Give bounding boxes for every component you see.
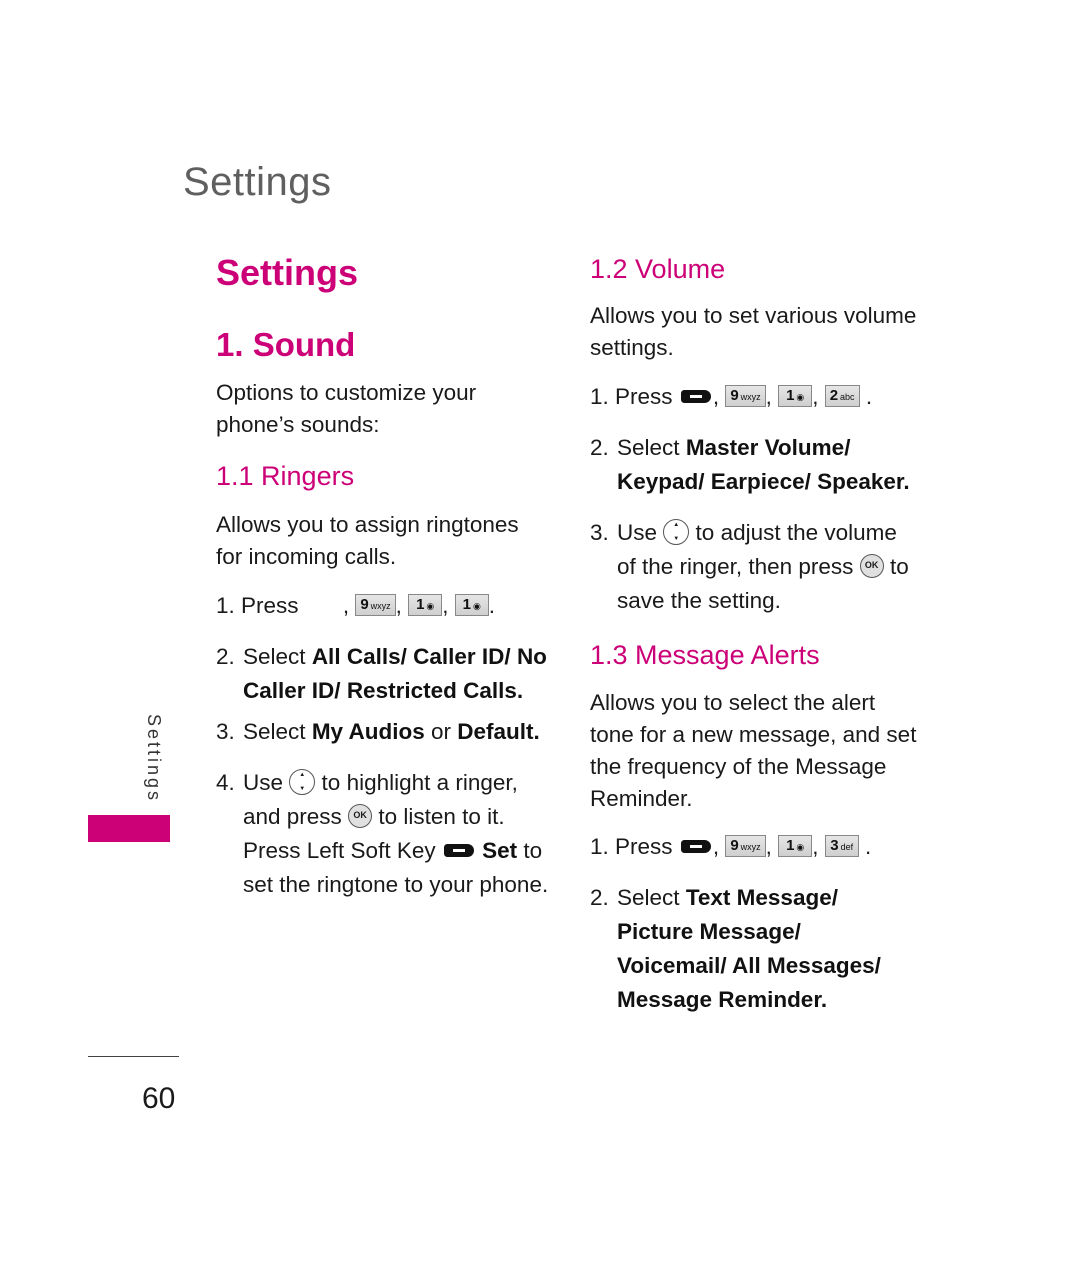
- step-text: Select: [617, 885, 680, 910]
- step-number: 1.: [590, 834, 609, 859]
- key-1-voicemail-icon: 1 ◉: [454, 594, 489, 617]
- step-text: of the ringer, then press: [617, 554, 854, 579]
- message-alerts-desc-line: Allows you to select the alert: [590, 690, 876, 715]
- option-restricted-calls: Restricted Calls.: [346, 678, 524, 703]
- option-caller-id: Caller ID/: [413, 644, 511, 669]
- ringers-step-1: 1. Press , 9 wxyz, 1 ◉, 1 ◉.: [216, 593, 495, 618]
- ringers-desc-line: Allows you to assign ringtones: [216, 512, 519, 537]
- ringers-desc-line: for incoming calls.: [216, 544, 397, 569]
- ringers-step-4: 4. Use to highlight a ringer, and press …: [216, 766, 556, 902]
- side-tab-bar: [88, 815, 170, 842]
- step-text: to adjust the volume: [695, 520, 897, 545]
- key-1-voicemail-icon: 1 ◉: [778, 385, 813, 408]
- step-label: Press: [241, 593, 299, 618]
- step-text: Select: [243, 644, 306, 669]
- key-1-voicemail-icon: 1 ◉: [778, 835, 813, 858]
- step-label: Press: [615, 384, 673, 409]
- step-text: Select: [617, 435, 680, 460]
- step-text: and press: [243, 804, 342, 829]
- step-number: 1.: [590, 384, 609, 409]
- message-alerts-step-1: 1. Press , 9 wxyz, 1 ◉, 3 def .: [590, 834, 872, 859]
- volume-desc-line: settings.: [590, 335, 674, 360]
- step-number: 2.: [590, 435, 609, 460]
- step-text: to highlight a ringer,: [321, 770, 518, 795]
- step-text: set the ringtone to your phone.: [243, 872, 549, 897]
- step-text: to: [889, 554, 909, 579]
- sound-intro-line: Options to customize your: [216, 380, 477, 405]
- message-alerts-desc: Allows you to select the alert tone for …: [590, 687, 916, 815]
- volume-step-3: 3. Use to adjust the volume of the ringe…: [590, 516, 920, 618]
- step-number: 3.: [216, 719, 235, 744]
- ok-key-icon: OK: [348, 804, 373, 829]
- option-default: Default.: [457, 719, 540, 744]
- volume-desc-line: Allows you to set various volume: [590, 303, 917, 328]
- step-text: Use: [243, 770, 284, 795]
- sound-heading: 1. Sound: [216, 326, 356, 363]
- side-tab-text: Settings: [144, 714, 164, 804]
- ringers-step-3: 3. Select My Audios or Default.: [216, 715, 556, 749]
- option-my-audios: My Audios: [311, 719, 425, 744]
- sound-intro-line: phone’s sounds:: [216, 412, 380, 437]
- key-9-icon: 9 wxyz: [725, 835, 766, 858]
- ringers-step-2: 2. Select All Calls/ Caller ID/ No Calle…: [216, 640, 556, 708]
- step-text: or: [431, 719, 452, 744]
- page-number: 60: [142, 1082, 176, 1115]
- step-number: 1.: [216, 593, 235, 618]
- step-number: 2.: [216, 644, 235, 669]
- navigation-key-icon: [289, 769, 316, 796]
- key-9-icon: 9 wxyz: [725, 385, 766, 408]
- step-text: Press Left Soft Key: [243, 838, 436, 863]
- message-alerts-desc-line: tone for a new message, and set: [590, 722, 917, 747]
- option-set: Set: [482, 838, 518, 863]
- navigation-key-icon: [663, 519, 690, 546]
- sound-intro: Options to customize your phone’s sounds…: [216, 377, 476, 441]
- volume-heading: 1.2 Volume: [590, 254, 726, 284]
- step-label: Press: [615, 834, 673, 859]
- volume-desc: Allows you to set various volume setting…: [590, 300, 916, 364]
- key-1-voicemail-icon: 1 ◉: [408, 594, 443, 617]
- ringers-desc: Allows you to assign ringtones for incom…: [216, 509, 519, 573]
- left-soft-key-icon: [680, 840, 711, 854]
- key-3-icon: 3 def: [824, 835, 859, 858]
- step-number: 3.: [590, 520, 609, 545]
- volume-step-2: 2. Select Master Volume/ Keypad/ Earpiec…: [590, 431, 920, 499]
- step-text: Use: [617, 520, 658, 545]
- message-alerts-step-2: 2. Select Text Message/ Picture Message/…: [590, 881, 910, 1017]
- ringers-heading: 1.1 Ringers: [216, 461, 355, 491]
- side-tab-label: Settings: [112, 712, 172, 812]
- key-2-icon: 2 abc: [824, 385, 860, 408]
- message-alerts-desc-line: the frequency of the Message: [590, 754, 887, 779]
- step-text: save the setting.: [617, 588, 781, 613]
- step-text: Select: [243, 719, 306, 744]
- ok-key-icon: OK: [859, 554, 884, 579]
- key-9-icon: 9 wxyz: [355, 594, 396, 617]
- step-number: 4.: [216, 770, 235, 795]
- left-soft-key-icon: [680, 390, 711, 404]
- running-head: Settings: [183, 160, 332, 204]
- step-text: to listen to it.: [378, 804, 505, 829]
- step-text: to: [523, 838, 543, 863]
- step-number: 2.: [590, 885, 609, 910]
- message-alerts-desc-line: Reminder.: [590, 786, 693, 811]
- left-soft-key-icon: [443, 844, 474, 858]
- section-title: Settings: [216, 252, 359, 293]
- volume-step-1: 1. Press , 9 wxyz, 1 ◉, 2 abc .: [590, 384, 873, 409]
- message-alerts-heading: 1.3 Message Alerts: [590, 640, 820, 670]
- footer-rule: [88, 1056, 179, 1057]
- option-all-calls: All Calls/: [311, 644, 407, 669]
